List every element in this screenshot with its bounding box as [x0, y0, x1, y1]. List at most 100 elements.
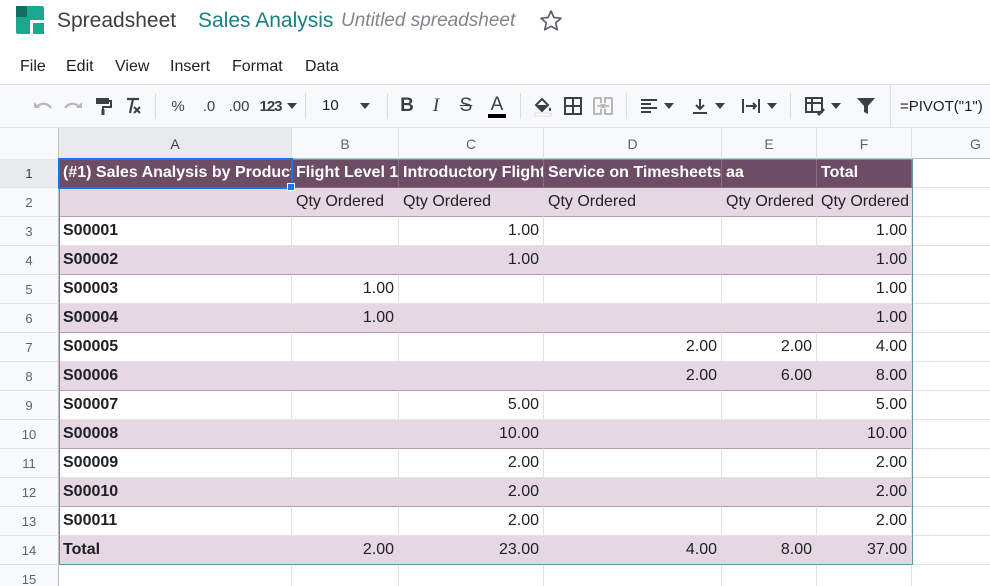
empty-cell[interactable] [912, 304, 990, 333]
row-header-15[interactable]: 15 [0, 565, 59, 586]
pivot-measure-header[interactable]: Qty Ordered [292, 188, 399, 217]
pivot-value-cell[interactable] [544, 449, 722, 478]
row-header-3[interactable]: 3 [0, 217, 59, 246]
menu-file[interactable]: File [20, 58, 46, 76]
pivot-value-cell[interactable] [722, 449, 817, 478]
percent-format-button[interactable]: % [166, 85, 190, 127]
pivot-value-cell[interactable] [722, 275, 817, 304]
pivot-total-cell[interactable]: 2.00 [292, 536, 399, 565]
empty-cell[interactable] [912, 536, 990, 565]
pivot-row-label[interactable]: S00006 [59, 362, 292, 391]
redo-button[interactable] [60, 85, 86, 127]
pivot-value-cell[interactable]: 2.00 [817, 478, 912, 507]
column-header-e[interactable]: E [722, 128, 817, 159]
pivot-measure-header[interactable]: Qty Ordered [817, 188, 912, 217]
bold-button[interactable]: B [396, 85, 418, 127]
column-header-c[interactable]: C [399, 128, 544, 159]
pivot-value-cell[interactable] [292, 449, 399, 478]
pivot-measure-header[interactable]: Qty Ordered [722, 188, 817, 217]
pivot-value-cell[interactable] [544, 507, 722, 536]
pivot-value-cell[interactable]: 2.00 [817, 507, 912, 536]
font-size-select[interactable]: 10 [314, 85, 380, 127]
pivot-value-cell[interactable]: 1.00 [817, 246, 912, 275]
pivot-value-cell[interactable]: 10.00 [399, 420, 544, 449]
column-header-a[interactable]: A [59, 128, 292, 159]
column-header-f[interactable]: F [817, 128, 912, 159]
empty-cell[interactable] [544, 565, 722, 586]
pivot-total-cell[interactable]: 37.00 [817, 536, 912, 565]
pivot-value-cell[interactable]: 1.00 [292, 275, 399, 304]
row-header-10[interactable]: 10 [0, 420, 59, 449]
pivot-value-cell[interactable] [722, 507, 817, 536]
conditional-format-dropdown[interactable] [799, 85, 845, 127]
select-all-corner[interactable] [0, 128, 59, 159]
menu-insert[interactable]: Insert [170, 58, 210, 76]
row-header-9[interactable]: 9 [0, 391, 59, 420]
number-format-dropdown[interactable]: 123 [256, 85, 300, 127]
empty-cell[interactable] [912, 449, 990, 478]
pivot-row-label[interactable]: S00004 [59, 304, 292, 333]
row-header-7[interactable]: 7 [0, 333, 59, 362]
pivot-column-header[interactable]: Service on Timesheets [544, 159, 722, 188]
row-header-6[interactable]: 6 [0, 304, 59, 333]
empty-cell[interactable] [912, 217, 990, 246]
pivot-row-label[interactable]: S00002 [59, 246, 292, 275]
pivot-value-cell[interactable]: 2.00 [399, 449, 544, 478]
pivot-row-label[interactable]: S00003 [59, 275, 292, 304]
pivot-row-label[interactable]: S00010 [59, 478, 292, 507]
pivot-value-cell[interactable] [292, 217, 399, 246]
empty-cell[interactable] [912, 391, 990, 420]
pivot-value-cell[interactable] [544, 275, 722, 304]
pivot-value-cell[interactable] [292, 246, 399, 275]
pivot-value-cell[interactable]: 5.00 [817, 391, 912, 420]
undo-button[interactable] [30, 85, 56, 127]
pivot-value-cell[interactable] [722, 478, 817, 507]
empty-cell[interactable] [292, 565, 399, 586]
row-header-13[interactable]: 13 [0, 507, 59, 536]
vertical-align-dropdown[interactable] [686, 85, 730, 127]
document-title[interactable]: Untitled spreadsheet [341, 10, 515, 32]
paint-format-button[interactable] [91, 85, 115, 127]
empty-cell[interactable] [912, 565, 990, 586]
empty-cell[interactable] [912, 246, 990, 275]
empty-cell[interactable] [817, 565, 912, 586]
pivot-value-cell[interactable] [722, 420, 817, 449]
pivot-value-cell[interactable]: 8.00 [817, 362, 912, 391]
breadcrumb-sales-analysis[interactable]: Sales Analysis [198, 9, 333, 33]
pivot-value-cell[interactable] [544, 478, 722, 507]
pivot-value-cell[interactable] [544, 391, 722, 420]
row-header-2[interactable]: 2 [0, 188, 59, 217]
pivot-total-cell[interactable]: 8.00 [722, 536, 817, 565]
empty-cell[interactable] [912, 362, 990, 391]
pivot-value-cell[interactable] [722, 304, 817, 333]
strikethrough-button[interactable]: S [455, 85, 477, 127]
pivot-value-cell[interactable] [544, 304, 722, 333]
empty-cell[interactable] [912, 275, 990, 304]
pivot-column-header[interactable]: Introductory Flight [399, 159, 544, 188]
pivot-value-cell[interactable]: 10.00 [817, 420, 912, 449]
horizontal-align-dropdown[interactable] [635, 85, 679, 127]
pivot-value-cell[interactable] [292, 362, 399, 391]
italic-button[interactable]: I [425, 85, 447, 127]
borders-button[interactable] [560, 85, 586, 127]
menu-edit[interactable]: Edit [66, 58, 94, 76]
pivot-column-header[interactable]: Total [817, 159, 912, 188]
pivot-row-label[interactable]: S00005 [59, 333, 292, 362]
pivot-row-label[interactable]: S00009 [59, 449, 292, 478]
row-header-4[interactable]: 4 [0, 246, 59, 275]
empty-cell[interactable] [912, 420, 990, 449]
column-header-g[interactable]: G [912, 128, 990, 159]
pivot-value-cell[interactable] [544, 420, 722, 449]
pivot-value-cell[interactable]: 1.00 [292, 304, 399, 333]
empty-cell[interactable] [722, 565, 817, 586]
row-header-5[interactable]: 5 [0, 275, 59, 304]
pivot-value-cell[interactable]: 2.00 [722, 333, 817, 362]
pivot-total-cell[interactable]: 23.00 [399, 536, 544, 565]
pivot-value-cell[interactable] [399, 304, 544, 333]
pivot-value-cell[interactable] [399, 333, 544, 362]
pivot-measure-header[interactable]: Qty Ordered [399, 188, 544, 217]
increase-decimal-button[interactable]: .00 [224, 85, 254, 127]
pivot-value-cell[interactable] [399, 362, 544, 391]
filter-button[interactable] [852, 85, 880, 127]
pivot-value-cell[interactable]: 4.00 [817, 333, 912, 362]
